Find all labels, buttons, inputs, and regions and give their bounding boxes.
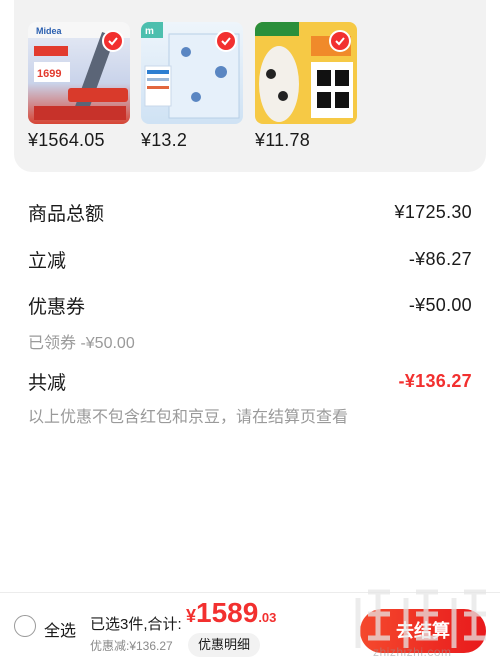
total-saved-row: 共减 -¥136.27 [28, 368, 472, 395]
selected-count: 已选3件,合计: [90, 616, 182, 633]
coupon-row: 优惠券 -¥50.00 [28, 292, 472, 319]
svg-text:1699: 1699 [37, 68, 61, 80]
product-thumbnail[interactable]: Midea 1699 [28, 22, 130, 124]
product-price: ¥11.78 [255, 130, 310, 150]
discount-disclaimer: 以上优惠不包含红包和京豆，请在结算页查看 [28, 409, 349, 426]
selected-products-strip: Midea 1699 ¥1564.05 m ¥13.2 ¥11.78 [14, 0, 486, 172]
goods-total-label: 商品总额 [28, 204, 105, 225]
order-total: ¥1589.03 [186, 597, 276, 629]
watermark-text: zhizhizhi.com [373, 645, 452, 659]
product-thumbnail[interactable]: m [141, 22, 243, 124]
svg-text:m: m [145, 26, 154, 37]
instant-discount-label: 立减 [28, 251, 67, 272]
total-saved-value: -¥136.27 [398, 371, 472, 391]
total-decimal: .03 [258, 610, 277, 625]
goods-total-row: 商品总额 ¥1725.30 [28, 199, 472, 226]
goods-total-value: ¥1725.30 [394, 202, 472, 222]
discount-detail-button[interactable]: 优惠明细 [188, 633, 261, 657]
instant-discount-value: -¥86.27 [408, 249, 472, 269]
svg-text:Midea: Midea [36, 26, 63, 36]
instant-discount-row: 立减 -¥86.27 [28, 246, 472, 273]
total-saved-label: 共减 [28, 373, 67, 394]
coupon-label: 优惠券 [28, 297, 86, 318]
select-all-radio[interactable] [14, 615, 36, 637]
selected-check-icon [215, 30, 237, 52]
selected-check-icon [329, 30, 351, 52]
total-integer: 1589 [196, 597, 259, 628]
product-card[interactable]: m ¥13.2 [141, 22, 243, 151]
coupon-value: -¥50.00 [408, 295, 472, 315]
product-price: ¥1564.05 [28, 130, 105, 150]
product-thumbnail[interactable] [255, 22, 357, 124]
saved-amount: 优惠减:¥136.27 [90, 639, 173, 653]
product-card[interactable]: ¥11.78 [255, 22, 357, 151]
product-card[interactable]: Midea 1699 ¥1564.05 [28, 22, 130, 151]
select-all-label[interactable]: 全选 [44, 617, 76, 641]
selected-check-icon [102, 30, 124, 52]
coupon-claimed-note: 已领券 -¥50.00 [28, 335, 135, 352]
product-price: ¥13.2 [141, 130, 188, 150]
total-currency: ¥ [186, 606, 197, 626]
